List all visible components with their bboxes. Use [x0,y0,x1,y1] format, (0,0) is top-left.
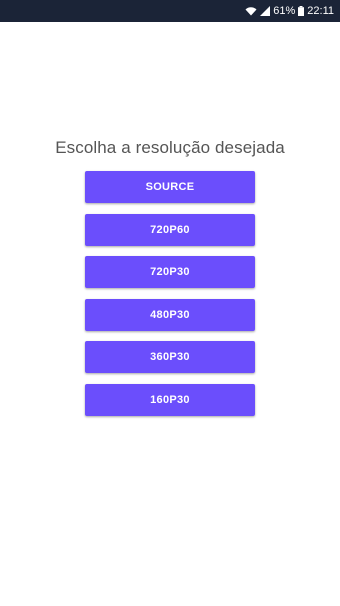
resolution-button-720p30[interactable]: 720P30 [85,256,255,289]
battery-percent: 61% [273,5,296,17]
resolution-button-source[interactable]: SOURCE [85,171,255,203]
resolution-button-720p60[interactable]: 720P60 [85,213,255,246]
resolution-button-360p30[interactable]: 360P30 [85,341,255,374]
resolution-button-list: SOURCE 720P60 720P30 480P30 360P30 160P3… [85,171,255,427]
page-title: Escolha a resolução desejada [55,138,285,157]
signal-icon [260,6,271,16]
resolution-button-160p30[interactable]: 160P30 [85,383,255,416]
battery-icon [298,6,305,16]
status-bar: 61% 22:11 [0,0,340,22]
resolution-button-480p30[interactable]: 480P30 [85,298,255,331]
clock: 22:11 [307,5,334,17]
wifi-icon [245,6,257,16]
